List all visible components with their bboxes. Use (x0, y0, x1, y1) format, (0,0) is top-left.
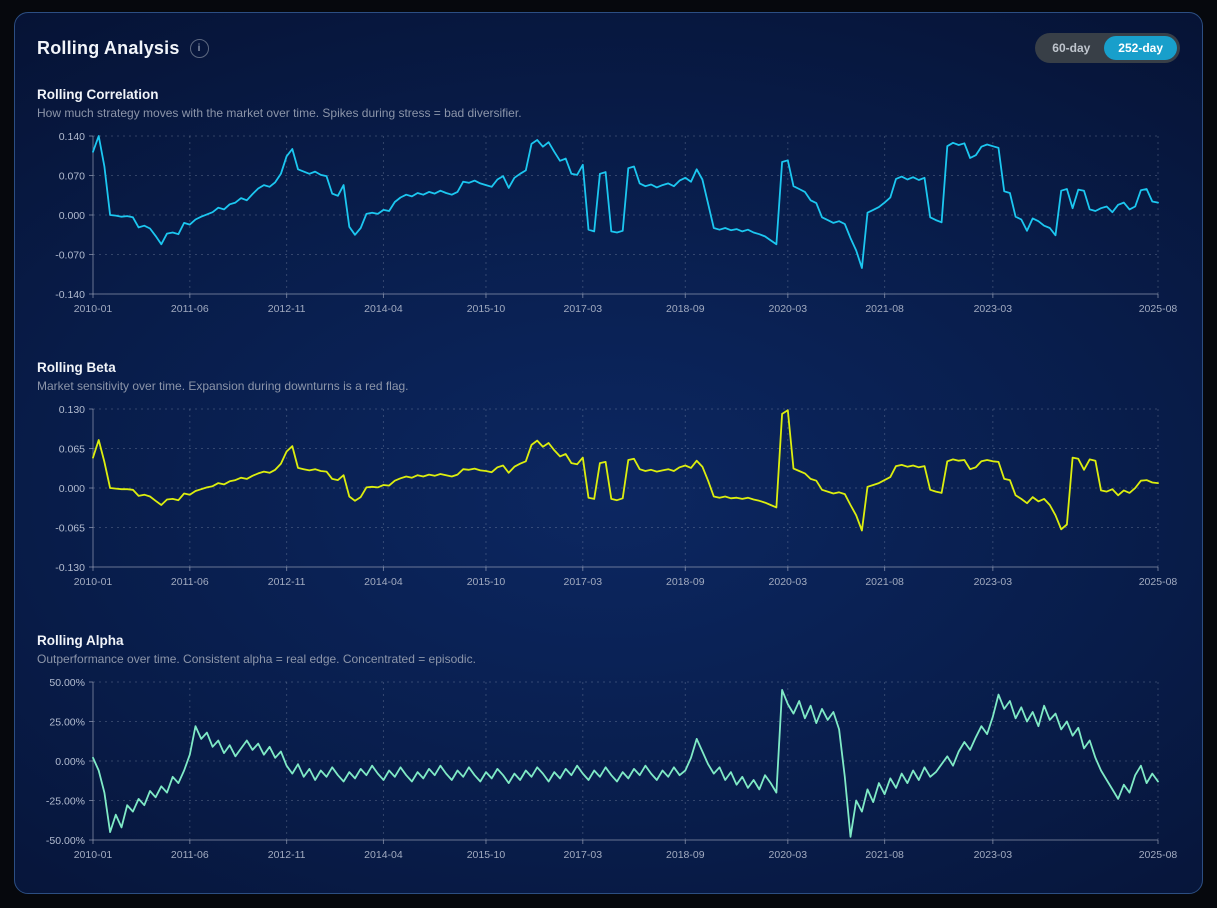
window-toggle-group: 60-day 252-day (1035, 33, 1180, 63)
x-tick-label: 2025-08 (1139, 849, 1178, 861)
x-tick-label: 2018-09 (666, 576, 705, 588)
y-tick-label: 0.130 (59, 404, 85, 416)
x-tick-label: 2021-08 (865, 303, 904, 315)
x-tick-label: 2011-06 (171, 849, 209, 861)
x-tick-label: 2015-10 (467, 303, 506, 315)
beta-chart-subtitle: Market sensitivity over time. Expansion … (37, 379, 1180, 393)
x-tick-label: 2017-03 (564, 849, 603, 861)
y-tick-label: 50.00% (49, 677, 85, 689)
section-rolling-correlation: Rolling Correlation How much strategy mo… (37, 87, 1180, 320)
x-tick-label: 2020-03 (769, 303, 808, 315)
y-tick-label: -50.00% (46, 835, 85, 847)
x-tick-label: 2018-09 (666, 303, 705, 315)
x-tick-label: 2010-01 (74, 303, 113, 315)
y-tick-label: -25.00% (46, 796, 85, 808)
rolling-correlation-line (93, 136, 1158, 268)
x-tick-label: 2018-09 (666, 849, 705, 861)
info-icon[interactable]: i (190, 39, 209, 58)
rolling-beta-line-svg: 0.130 0.065 0.000 -0.065 -0.130 2010-01 2011-0… (37, 401, 1182, 593)
toggle-60-day-button[interactable]: 60-day (1038, 36, 1104, 60)
x-tick-label: 2014-04 (364, 303, 403, 315)
y-tick-label: -0.070 (55, 250, 85, 262)
y-tick-label: -0.140 (55, 289, 85, 301)
x-tick-label: 2025-08 (1139, 303, 1178, 315)
x-tick-label: 2012-11 (268, 303, 306, 315)
panel-header: Rolling Analysis i 60-day 252-day (37, 33, 1180, 63)
x-tick-label: 2021-08 (865, 849, 904, 861)
alpha-chart: 50.00% 25.00% 0.00% -25.00% -50.00% 2010-01 20… (37, 674, 1180, 866)
rolling-beta-line (93, 410, 1158, 530)
y-tick-label: -0.130 (55, 562, 85, 574)
rolling-correlation-line-svg: 0.140 0.070 0.000 -0.070 -0.140 2010-01 2011-0… (37, 128, 1182, 320)
x-tick-label: 2014-04 (364, 576, 403, 588)
x-tick-label: 2010-01 (74, 849, 113, 861)
toggle-252-day-button[interactable]: 252-day (1104, 36, 1177, 60)
x-tick-label: 2023-03 (974, 303, 1013, 315)
rolling-alpha-line-svg: 50.00% 25.00% 0.00% -25.00% -50.00% 2010-01 20… (37, 674, 1182, 866)
y-tick-label: 0.070 (59, 171, 85, 183)
alpha-chart-title: Rolling Alpha (37, 633, 1180, 648)
x-tick-label: 2021-08 (865, 576, 904, 588)
y-tick-label: -0.065 (55, 523, 85, 535)
x-tick-label: 2014-04 (364, 849, 403, 861)
y-tick-label: 0.065 (59, 444, 85, 456)
x-tick-label: 2011-06 (171, 576, 209, 588)
x-tick-label: 2023-03 (974, 576, 1013, 588)
x-tick-label: 2012-11 (268, 576, 306, 588)
y-tick-label: 0.00% (55, 756, 85, 768)
page-title: Rolling Analysis (37, 38, 180, 59)
x-tick-label: 2025-08 (1139, 576, 1178, 588)
correlation-chart-title: Rolling Correlation (37, 87, 1180, 102)
x-tick-label: 2015-10 (467, 576, 506, 588)
y-tick-label: 0.000 (59, 483, 85, 495)
beta-chart: 0.130 0.065 0.000 -0.065 -0.130 2010-01 2011-0… (37, 401, 1180, 593)
x-tick-label: 2011-06 (171, 303, 209, 315)
section-rolling-beta: Rolling Beta Market sensitivity over tim… (37, 360, 1180, 593)
x-tick-label: 2020-03 (769, 576, 808, 588)
x-tick-label: 2023-03 (974, 849, 1013, 861)
x-tick-label: 2015-10 (467, 849, 506, 861)
x-tick-label: 2020-03 (769, 849, 808, 861)
y-tick-label: 25.00% (49, 717, 85, 729)
x-tick-label: 2017-03 (564, 303, 603, 315)
beta-chart-title: Rolling Beta (37, 360, 1180, 375)
y-tick-label: 0.140 (59, 131, 85, 143)
correlation-chart-subtitle: How much strategy moves with the market … (37, 106, 1180, 120)
correlation-chart: 0.140 0.070 0.000 -0.070 -0.140 2010-01 2011-0… (37, 128, 1180, 320)
y-tick-label: 0.000 (59, 210, 85, 222)
rolling-analysis-panel: Rolling Analysis i 60-day 252-day Rollin… (14, 12, 1203, 894)
section-rolling-alpha: Rolling Alpha Outperformance over time. … (37, 633, 1180, 866)
x-tick-label: 2017-03 (564, 576, 603, 588)
alpha-chart-subtitle: Outperformance over time. Consistent alp… (37, 652, 1180, 666)
x-tick-label: 2012-11 (268, 849, 306, 861)
x-tick-label: 2010-01 (74, 576, 113, 588)
rolling-alpha-line (93, 690, 1158, 837)
